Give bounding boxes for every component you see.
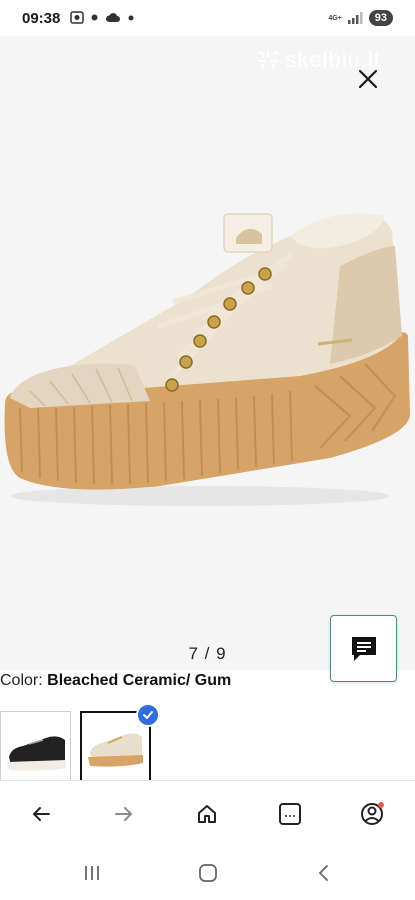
status-left-icons [70, 11, 134, 24]
black-sneaker-image [7, 736, 66, 771]
forward-button[interactable] [109, 799, 139, 829]
back-chevron-icon [318, 865, 328, 881]
home-icon [198, 805, 216, 823]
status-right-icons: 4G+ 93 [328, 10, 393, 26]
tabs-icon [279, 803, 301, 825]
forward-arrow-icon [115, 807, 132, 821]
thumbnail-black-sneaker[interactable] [0, 711, 71, 783]
tabs-button[interactable] [275, 799, 305, 829]
status-time: 09:38 [22, 10, 61, 27]
checkmark-icon [143, 711, 153, 719]
signal-icon [347, 12, 363, 24]
watermark-logo-icon [258, 51, 279, 69]
recent-apps-icon [85, 866, 99, 880]
status-bar: 09:38 4G+ 93 [0, 0, 415, 36]
color-label-row: Color: Bleached Ceramic/ Gum [0, 672, 231, 690]
system-navigation-bar [0, 845, 415, 900]
cloud-icon [105, 13, 120, 22]
chat-icon [351, 636, 376, 661]
selected-check-badge [136, 703, 160, 727]
home-circle-icon [199, 864, 217, 882]
close-button[interactable] [355, 66, 381, 92]
back-arrow-icon [33, 807, 50, 821]
screen-record-icon [70, 11, 84, 24]
color-thumbnails [0, 703, 415, 783]
image-viewer[interactable]: skelbiu.lt 7 / 9 [0, 36, 415, 682]
battery-indicator: 93 [368, 10, 393, 26]
chat-button[interactable] [330, 615, 397, 682]
product-image [4, 213, 410, 506]
color-label: Color: [0, 672, 43, 689]
recent-apps-button[interactable] [78, 861, 106, 885]
system-back-button[interactable] [310, 861, 338, 885]
home-button[interactable] [192, 799, 222, 829]
color-value: Bleached Ceramic/ Gum [47, 672, 232, 689]
system-home-button[interactable] [194, 861, 222, 885]
dot-icon [91, 14, 98, 21]
network-type-label: 4G+ [328, 14, 342, 22]
account-icon [361, 802, 384, 825]
account-button[interactable] [358, 799, 388, 829]
back-button[interactable] [26, 799, 56, 829]
dot-icon [128, 15, 134, 20]
close-icon [358, 69, 378, 89]
browser-toolbar [0, 780, 415, 844]
